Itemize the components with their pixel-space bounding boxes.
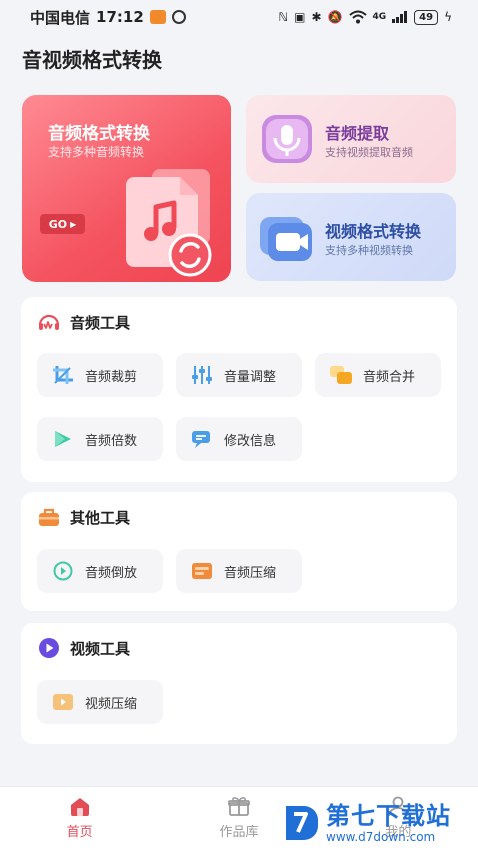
wifi-icon bbox=[348, 10, 367, 24]
video-compress-label: 视频压缩 bbox=[85, 696, 138, 712]
microphone-icon bbox=[262, 115, 312, 163]
audio-tools-header: 音频工具 bbox=[37, 311, 130, 333]
other-tools-title: 其他工具 bbox=[70, 508, 131, 527]
gift-icon bbox=[228, 797, 250, 816]
watermark: 第七下载站 www.d7down.com bbox=[282, 800, 472, 846]
audio-reverse-label: 音频倒放 bbox=[85, 565, 138, 581]
compress-icon bbox=[192, 563, 212, 579]
video-convert-title: 视频格式转换 bbox=[325, 222, 422, 241]
notification-icon bbox=[149, 10, 166, 24]
audio-tools-title: 音频工具 bbox=[70, 313, 131, 332]
video-file-icon bbox=[53, 694, 73, 710]
audio-file-icon bbox=[126, 169, 212, 277]
mute-icon: 🔕 bbox=[327, 10, 343, 24]
audio-convert-subtitle: 支持多种音频转换 bbox=[48, 145, 145, 159]
go-button[interactable]: GO ▶ bbox=[40, 214, 85, 234]
watermark-sub: www.d7down.com bbox=[326, 829, 436, 844]
watermark-main: 第七下载站 bbox=[326, 801, 451, 830]
audio-speed-label: 音频倍数 bbox=[85, 433, 138, 449]
crop-icon bbox=[53, 366, 73, 384]
video-tools-header: 视频工具 bbox=[37, 637, 130, 659]
audio-tools-section: 音频工具 音频裁剪 音量调整 音频合并 音频倍数 修改信息 bbox=[21, 297, 457, 482]
audio-extract-subtitle: 支持视频提取音频 bbox=[325, 146, 413, 159]
nav-home-label: 首页 bbox=[66, 825, 93, 840]
audio-convert-card[interactable]: 音频格式转换 支持多种音频转换 GO ▶ bbox=[22, 95, 231, 282]
video-play-icon bbox=[39, 638, 59, 658]
video-tools-section: 视频工具 视频压缩 bbox=[21, 623, 457, 744]
audio-extract-card[interactable]: 音频提取 支持视频提取音频 bbox=[246, 95, 456, 183]
headphones-icon bbox=[38, 314, 60, 330]
volume-adjust-button[interactable]: 音量调整 bbox=[176, 353, 302, 397]
play-arrow-icon: ▶ bbox=[70, 219, 77, 229]
audio-trim-label: 音频裁剪 bbox=[85, 369, 138, 385]
nav-home[interactable]: 首页 bbox=[0, 787, 159, 850]
battery-indicator: 49 bbox=[414, 9, 439, 25]
toolbox-icon bbox=[39, 508, 59, 526]
video-tools-title: 视频工具 bbox=[70, 639, 131, 658]
message-edit-icon bbox=[192, 431, 210, 448]
video-convert-subtitle: 支持多种视频转换 bbox=[325, 244, 413, 257]
other-tools-section: 其他工具 音频倒放 音频压缩 bbox=[21, 492, 457, 611]
status-right: ℕ ▣ ✱ 🔕 4G 49 ϟ bbox=[278, 9, 452, 25]
nfc-icon: ℕ bbox=[278, 10, 289, 24]
vibrate-icon: ▣ bbox=[294, 10, 306, 24]
app-notification-icon bbox=[171, 10, 186, 24]
audio-speed-button[interactable]: 音频倍数 bbox=[37, 417, 163, 461]
merge-icon bbox=[330, 366, 352, 384]
audio-compress-label: 音频压缩 bbox=[224, 565, 277, 581]
network-type: 4G bbox=[372, 12, 387, 22]
status-bar: 中国电信 17:12 ℕ ▣ ✱ 🔕 4G 49 ϟ bbox=[0, 0, 478, 34]
nav-works-label: 作品库 bbox=[219, 825, 259, 840]
other-tools-header: 其他工具 bbox=[37, 506, 130, 528]
audio-trim-button[interactable]: 音频裁剪 bbox=[37, 353, 163, 397]
home-icon bbox=[70, 798, 89, 816]
video-compress-button[interactable]: 视频压缩 bbox=[37, 680, 163, 724]
status-left: 中国电信 17:12 bbox=[30, 7, 186, 28]
audio-merge-label: 音频合并 bbox=[363, 369, 416, 385]
watermark-text: 第七下载站 www.d7down.com bbox=[326, 804, 451, 843]
audio-merge-button[interactable]: 音频合并 bbox=[315, 353, 441, 397]
volume-adjust-label: 音量调整 bbox=[224, 369, 277, 385]
sliders-icon bbox=[192, 366, 212, 384]
charging-icon: ϟ bbox=[444, 10, 452, 24]
speed-play-icon bbox=[55, 431, 71, 447]
d7-logo-icon bbox=[286, 806, 318, 840]
audio-extract-title: 音频提取 bbox=[325, 124, 390, 143]
go-label: GO bbox=[48, 217, 68, 231]
reverse-play-icon bbox=[53, 561, 73, 581]
audio-reverse-button[interactable]: 音频倒放 bbox=[37, 549, 163, 593]
edit-info-label: 修改信息 bbox=[224, 433, 277, 449]
signal-icon bbox=[392, 11, 408, 23]
edit-info-button[interactable]: 修改信息 bbox=[176, 417, 302, 461]
carrier-label: 中国电信 bbox=[30, 8, 91, 27]
audio-compress-button[interactable]: 音频压缩 bbox=[176, 549, 302, 593]
bluetooth-icon: ✱ bbox=[311, 10, 322, 24]
clock: 17:12 bbox=[96, 8, 144, 26]
video-camera-icon bbox=[260, 217, 312, 261]
video-convert-card[interactable]: 视频格式转换 支持多种视频转换 bbox=[246, 193, 456, 281]
audio-convert-title: 音频格式转换 bbox=[48, 124, 150, 144]
page-title: 音视频格式转换 bbox=[22, 48, 162, 72]
